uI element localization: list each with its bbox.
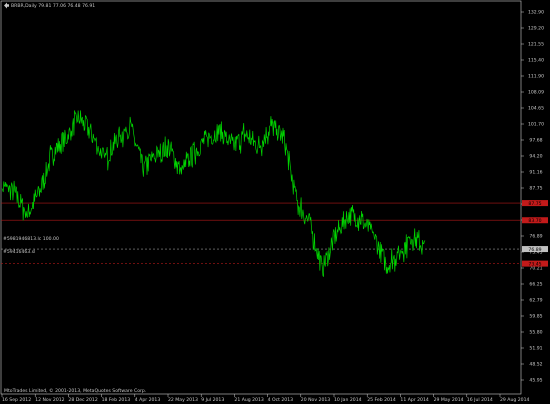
level-price-tag-label: 76.89: [528, 247, 541, 253]
chart-header: BRBR,Daily 79.81 77.06 76.48 76.91: [4, 2, 95, 9]
x-tick-label: 10 Jan 2014: [334, 397, 362, 403]
x-tick-label: 12 Nov 2012: [35, 397, 64, 403]
x-tick-label: 25 Feb 2014: [367, 397, 396, 403]
price-series: [1, 110, 426, 277]
x-tick-label: 4 Oct 2013: [268, 397, 294, 403]
level-price-tag-label: 73.45: [528, 261, 541, 267]
y-tick-label: 45.95: [529, 378, 542, 384]
y-tick-label: 91.16: [529, 170, 542, 176]
x-tick-label: 21 Aug 2013: [234, 397, 264, 403]
x-tick-label: 18 Feb 2013: [102, 397, 131, 403]
y-tick-label: 101.70: [528, 122, 544, 128]
copyright-text: MtoTrades Limited, © 2001-2013, MetaQuot…: [4, 387, 146, 394]
y-tick-label: 62.79: [529, 298, 542, 304]
price-chart[interactable]: BRBR,Daily 79.81 77.06 76.48 76.91 132.9…: [0, 0, 550, 404]
x-tick-label: 22 May 2013: [168, 397, 198, 403]
y-tick-label: 129.20: [528, 26, 544, 32]
x-tick-label: 29 May 2014: [434, 397, 464, 403]
x-tick-label: 16 Jul 2014: [467, 397, 493, 403]
stoploss-annotation[interactable]: #59416463.sl: [3, 249, 35, 255]
y-tick-label: 132.90: [528, 10, 544, 16]
y-tick-label: 66.25: [529, 282, 542, 288]
y-tick-label: 111.90: [528, 74, 544, 80]
chart-arrow-icon: [4, 2, 9, 9]
x-axis: 16 Sep 2012 12 Nov 2012 28 Dec 2012 18 Feb …: [1, 394, 530, 403]
y-tick-label: 108.09: [528, 90, 544, 96]
y-tick-label: 115.40: [528, 58, 544, 64]
trendline-annotation[interactable]: #5981946813.lc 100.00: [3, 236, 59, 242]
level-price-tag-label: 87.75: [528, 201, 541, 207]
y-tick-label: 104.65: [528, 106, 544, 112]
y-tick-label: 48.52: [529, 362, 542, 368]
x-tick-label: 20 Nov 2013: [301, 397, 330, 403]
y-tick-label: 76.89: [529, 234, 542, 240]
x-tick-label: 4 Apr 2013: [135, 397, 161, 403]
price-line: [1, 110, 426, 277]
y-tick-label: 51.91: [529, 346, 542, 352]
chart-frame: [0, 0, 522, 395]
horizontal-lines[interactable]: 87.75 83.70 76.89 73.45: [1, 200, 548, 267]
y-axis: 132.90 129.20 121.55 115.40 111.90 108.09 104.…: [521, 10, 544, 384]
y-tick-label: 87.75: [529, 186, 542, 192]
y-tick-label: 94.20: [529, 154, 542, 160]
y-tick-label: 55.80: [529, 330, 542, 336]
y-tick-label: 97.68: [529, 138, 542, 144]
level-price-tag-label: 83.70: [528, 218, 541, 224]
y-tick-label: 59.85: [529, 314, 542, 320]
x-tick-label: 11 Apr 2014: [400, 397, 428, 403]
x-tick-label: 9 Jul 2013: [201, 397, 224, 403]
y-tick-label: 121.55: [528, 42, 544, 48]
x-tick-label: 28 Dec 2012: [68, 397, 97, 403]
chart-title: BRBR,Daily 79.81 77.06 76.48 76.91: [11, 3, 95, 9]
x-tick-label: 16 Sep 2012: [2, 397, 31, 403]
x-tick-label: 29 Aug 2014: [500, 397, 530, 403]
